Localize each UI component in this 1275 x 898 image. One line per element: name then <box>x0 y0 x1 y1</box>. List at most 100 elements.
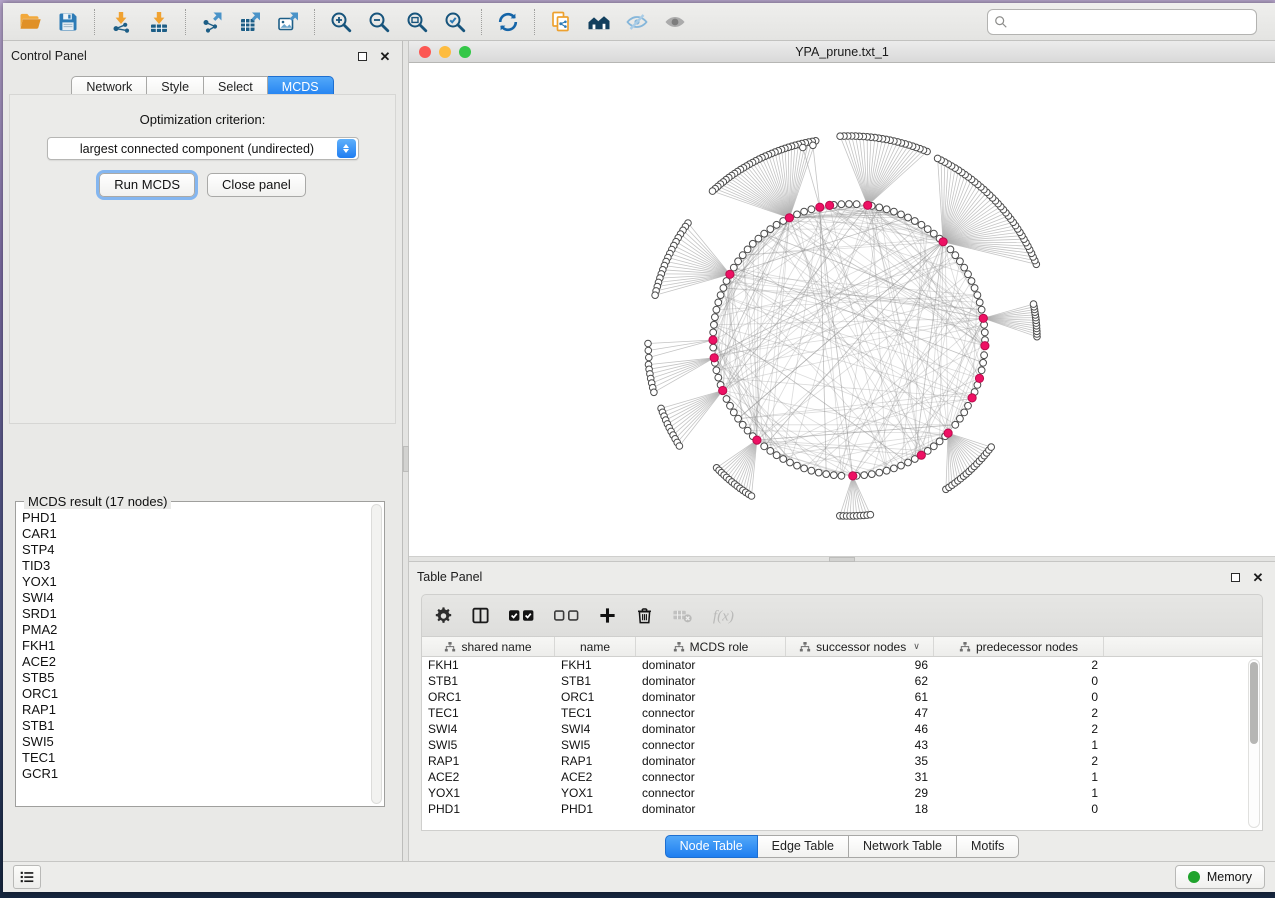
import-network-icon[interactable] <box>102 6 140 38</box>
first-neighbors-icon[interactable] <box>580 6 618 38</box>
mcds-node-item[interactable]: SWI5 <box>22 734 370 750</box>
table-cell: RAP1 <box>555 754 636 768</box>
table-cell: dominator <box>636 754 786 768</box>
network-view[interactable] <box>409 63 1275 556</box>
show-all-icon[interactable] <box>656 6 694 38</box>
column-header-shared-name[interactable]: shared name <box>422 637 555 656</box>
criterion-select[interactable]: largest connected component (undirected) <box>47 137 359 160</box>
mcds-node-item[interactable]: ACE2 <box>22 654 370 670</box>
column-label: name <box>580 640 610 654</box>
mcds-result-scrollbar[interactable] <box>371 504 382 804</box>
sort-indicator-icon: ∨ <box>913 641 920 652</box>
search-input[interactable] <box>1013 15 1250 29</box>
columns-icon[interactable] <box>471 606 490 625</box>
zoom-in-icon[interactable] <box>322 6 360 38</box>
table-scrollbar[interactable] <box>1248 659 1260 828</box>
mcds-node-item[interactable]: SRD1 <box>22 606 370 622</box>
mcds-node-item[interactable]: GCR1 <box>22 766 370 782</box>
column-label: predecessor nodes <box>976 640 1078 654</box>
mcds-node-item[interactable]: PMA2 <box>22 622 370 638</box>
zoom-fit-icon[interactable] <box>398 6 436 38</box>
mcds-node-item[interactable]: RAP1 <box>22 702 370 718</box>
mcds-node-item[interactable]: STB1 <box>22 718 370 734</box>
gear-icon[interactable] <box>434 606 453 625</box>
table-cell: 47 <box>786 706 934 720</box>
zoom-selected-icon[interactable] <box>436 6 474 38</box>
memory-button[interactable]: Memory <box>1175 865 1265 889</box>
mcds-node-item[interactable]: ORC1 <box>22 686 370 702</box>
table-tabs: Node TableEdge TableNetwork TableMotifs <box>409 831 1275 861</box>
table-row[interactable]: RAP1RAP1dominator352 <box>422 753 1262 769</box>
delete-row-icon[interactable] <box>635 606 654 625</box>
hide-selected-icon[interactable] <box>618 6 656 38</box>
save-icon[interactable] <box>49 6 87 38</box>
search-icon <box>994 15 1008 29</box>
table-cell: 31 <box>786 770 934 784</box>
mcds-node-item[interactable]: STB5 <box>22 670 370 686</box>
deselect-all-icon[interactable] <box>553 606 580 625</box>
network-title: YPA_prune.txt_1 <box>409 45 1275 59</box>
network-graph[interactable] <box>409 63 1275 556</box>
zoom-out-icon[interactable] <box>360 6 398 38</box>
search-box[interactable] <box>987 9 1257 35</box>
mcds-result-title: MCDS result (17 nodes) <box>24 494 171 509</box>
criterion-label: Optimization criterion: <box>10 112 395 127</box>
toolbar-separator <box>481 9 482 35</box>
table-cell: connector <box>636 738 786 752</box>
table-cell: 0 <box>934 674 1104 688</box>
add-row-icon[interactable] <box>598 606 617 625</box>
table-row[interactable]: PHD1PHD1dominator180 <box>422 801 1262 817</box>
float-panel-icon[interactable] <box>355 49 369 63</box>
open-file-icon[interactable] <box>11 6 49 38</box>
run-mcds-button[interactable]: Run MCDS <box>99 173 195 197</box>
close-panel-icon[interactable]: ✕ <box>378 49 392 63</box>
table-cell: ORC1 <box>555 690 636 704</box>
mcds-node-item[interactable]: YOX1 <box>22 574 370 590</box>
mcds-node-item[interactable]: SWI4 <box>22 590 370 606</box>
table-row[interactable]: YOX1YOX1connector291 <box>422 785 1262 801</box>
column-header-successor-nodes[interactable]: successor nodes∨ <box>786 637 934 656</box>
tab-edge-table[interactable]: Edge Table <box>758 835 849 858</box>
float-table-panel-icon[interactable] <box>1228 570 1242 584</box>
table-row[interactable]: ORC1ORC1dominator610 <box>422 689 1262 705</box>
table-cell: 43 <box>786 738 934 752</box>
copy-style-icon[interactable] <box>542 6 580 38</box>
tab-motifs[interactable]: Motifs <box>957 835 1019 858</box>
table-row[interactable]: ACE2ACE2connector311 <box>422 769 1262 785</box>
control-panel: Control Panel ✕ NetworkStyleSelectMCDS O… <box>3 41 403 861</box>
close-panel-button[interactable]: Close panel <box>207 173 306 197</box>
select-all-icon[interactable] <box>508 606 535 625</box>
toolbar-separator <box>185 9 186 35</box>
column-header-predecessor-nodes[interactable]: predecessor nodes <box>934 637 1104 656</box>
close-table-panel-icon[interactable]: ✕ <box>1251 570 1265 584</box>
tab-node-table[interactable]: Node Table <box>665 835 758 858</box>
table-row[interactable]: SWI5SWI5connector431 <box>422 737 1262 753</box>
table-row[interactable]: FKH1FKH1dominator962 <box>422 657 1262 673</box>
mcds-result-list[interactable]: PHD1CAR1STP4TID3YOX1SWI4SRD1PMA2FKH1ACE2… <box>22 510 370 804</box>
export-table-icon[interactable] <box>231 6 269 38</box>
mcds-node-item[interactable]: PHD1 <box>22 510 370 526</box>
table-cell: TEC1 <box>555 706 636 720</box>
table-cell: 29 <box>786 786 934 800</box>
mcds-node-item[interactable]: STP4 <box>22 542 370 558</box>
mcds-node-item[interactable]: TEC1 <box>22 750 370 766</box>
mcds-node-item[interactable]: FKH1 <box>22 638 370 654</box>
export-network-icon[interactable] <box>193 6 231 38</box>
table-row[interactable]: STB1STB1dominator620 <box>422 673 1262 689</box>
mcds-node-item[interactable]: CAR1 <box>22 526 370 542</box>
tab-network-table[interactable]: Network Table <box>849 835 957 858</box>
table-scrollbar-thumb[interactable] <box>1250 662 1258 744</box>
application-window: Control Panel ✕ NetworkStyleSelectMCDS O… <box>3 3 1275 892</box>
column-header-MCDS-role[interactable]: MCDS role <box>636 637 786 656</box>
table-row[interactable]: SWI4SWI4dominator462 <box>422 721 1262 737</box>
export-image-icon[interactable] <box>269 6 307 38</box>
table-row[interactable]: TEC1TEC1connector472 <box>422 705 1262 721</box>
show-panels-button[interactable] <box>13 865 41 889</box>
table-cell: RAP1 <box>422 754 555 768</box>
mcds-node-item[interactable]: TID3 <box>22 558 370 574</box>
tree-icon <box>799 641 811 653</box>
refresh-icon[interactable] <box>489 6 527 38</box>
svg-text:f(x): f(x) <box>713 608 734 625</box>
column-header-name[interactable]: name <box>555 637 636 656</box>
import-table-icon[interactable] <box>140 6 178 38</box>
